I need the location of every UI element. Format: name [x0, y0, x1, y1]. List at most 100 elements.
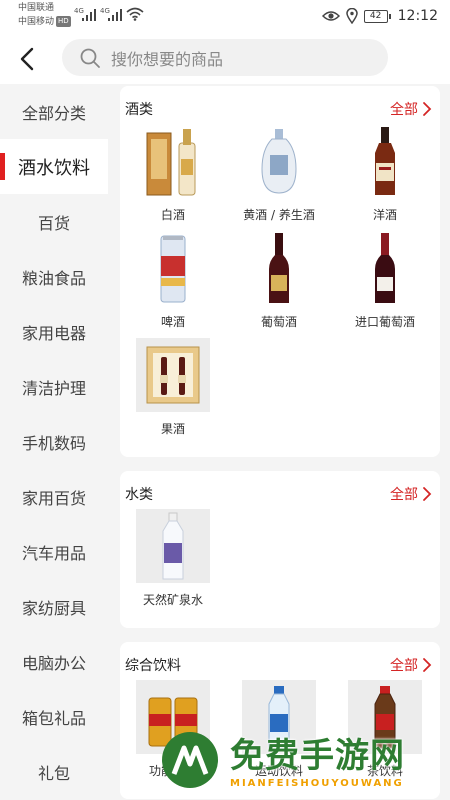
- wine-bottle-icon: [269, 233, 289, 303]
- sidebar-item-auto[interactable]: 汽车用品: [0, 524, 108, 579]
- category-content: 酒类 全部 白酒 黄酒 / 养生酒 洋酒 啤酒 葡萄酒 进口葡萄酒 果酒 水类 …: [108, 84, 450, 800]
- section-header: 综合饮料 全部: [120, 652, 440, 678]
- hd-badge: HD: [56, 16, 71, 27]
- sidebar-item-label: 清洁护理: [21, 378, 86, 398]
- product-image: [242, 680, 316, 754]
- category-sidebar: 全部分类 酒水饮料 百货 粮油食品 家用电器 清洁护理 手机数码 家用百货 汽车…: [0, 84, 108, 800]
- sidebar-item-appliances[interactable]: 家用电器: [0, 304, 108, 359]
- sports-drink-icon: [268, 686, 290, 749]
- sidebar-item-label: 家用百货: [21, 488, 86, 508]
- product-mineral-water[interactable]: 天然矿泉水: [120, 509, 226, 608]
- sidebar-item-digital[interactable]: 手机数码: [0, 414, 108, 469]
- section-header: 水类 全部: [120, 481, 440, 507]
- section-water: 水类 全部 天然矿泉水: [120, 471, 440, 628]
- search-placeholder: 搜你想要的商品: [111, 49, 224, 69]
- back-button[interactable]: [8, 40, 46, 78]
- product-image: [136, 231, 210, 305]
- product-beer[interactable]: 啤酒: [120, 231, 226, 330]
- sidebar-item-label: 百货: [37, 213, 70, 233]
- sidebar-item-label: 酒水饮料: [18, 157, 90, 179]
- chevron-right-icon: [423, 102, 432, 116]
- section-title: 水类: [125, 487, 153, 503]
- sidebar-item-label: 箱包礼品: [21, 708, 86, 728]
- wine-gift-box-icon: [146, 346, 200, 404]
- product-image: [348, 124, 422, 198]
- status-right: 42 12:12: [321, 6, 438, 26]
- sidebar-item-label: 家用电器: [21, 323, 86, 343]
- status-bar: 中国联通 中国移动 HD 4G 4G 42 12:12: [0, 0, 450, 34]
- product-imported-wine[interactable]: 进口葡萄酒: [332, 231, 438, 330]
- signal-2-icon: [108, 9, 124, 21]
- sidebar-item-general-goods[interactable]: 百货: [0, 194, 108, 249]
- product-image: [136, 680, 210, 754]
- view-all-link[interactable]: 全部: [390, 655, 432, 675]
- carrier-1-label: 中国联通: [18, 3, 55, 13]
- product-image: [242, 231, 316, 305]
- product-image: [348, 680, 422, 754]
- sidebar-item-office[interactable]: 电脑办公: [0, 634, 108, 689]
- product-whisky[interactable]: 洋酒: [332, 124, 438, 223]
- sidebar-item-drinks[interactable]: 酒水饮料: [0, 139, 108, 194]
- product-name: 黄酒 / 养生酒: [243, 208, 315, 222]
- beer-can-icon: [160, 235, 186, 303]
- sidebar-item-label: 礼包: [37, 763, 70, 783]
- clock: 12:12: [397, 8, 438, 24]
- sidebar-item-label: 家纺厨具: [21, 598, 86, 618]
- section-title: 综合饮料: [125, 658, 181, 674]
- search-input[interactable]: 搜你想要的商品: [62, 39, 388, 76]
- sidebar-item-label: 手机数码: [21, 433, 86, 453]
- section-title: 酒类: [125, 102, 153, 118]
- view-all-label: 全部: [390, 658, 418, 674]
- product-name: 运动饮料: [254, 764, 303, 778]
- product-huangjiu[interactable]: 黄酒 / 养生酒: [226, 124, 332, 223]
- product-name: 果酒: [160, 422, 185, 436]
- tea-drink-icon: [374, 686, 396, 749]
- section-header: 酒类 全部: [120, 96, 440, 122]
- battery-icon: 42: [363, 9, 391, 23]
- product-energy-drink[interactable]: 功能饮料: [120, 680, 226, 779]
- carrier-2-label: 中国移动 HD: [18, 16, 71, 28]
- section-beverages: 综合饮料 全部 功能饮料 运动饮料 茶饮料: [120, 642, 440, 799]
- product-name: 啤酒: [160, 315, 185, 329]
- sidebar-item-label: 电脑办公: [21, 653, 86, 673]
- chevron-right-icon: [423, 658, 432, 672]
- baijiu-box-icon: [146, 129, 196, 196]
- view-all-link[interactable]: 全部: [390, 484, 432, 504]
- sidebar-item-household[interactable]: 家用百货: [0, 469, 108, 524]
- product-tea-drink[interactable]: 茶饮料: [332, 680, 438, 779]
- view-all-label: 全部: [390, 102, 418, 118]
- product-wine[interactable]: 葡萄酒: [226, 231, 332, 330]
- sidebar-item-bags-gifts[interactable]: 箱包礼品: [0, 689, 108, 744]
- product-name: 进口葡萄酒: [354, 315, 415, 329]
- energy-can-icon: [148, 697, 198, 747]
- product-image: [136, 509, 210, 583]
- huangjiu-jar-icon: [261, 129, 297, 194]
- product-name: 白酒: [160, 208, 185, 222]
- sidebar-item-all-categories[interactable]: 全部分类: [0, 84, 108, 139]
- sidebar-item-gift-packs[interactable]: 礼包: [0, 744, 108, 799]
- product-image: [242, 124, 316, 198]
- product-baijiu[interactable]: 白酒: [120, 124, 226, 223]
- sidebar-item-textiles-kitchen[interactable]: 家纺厨具: [0, 579, 108, 634]
- sidebar-item-cleaning[interactable]: 清洁护理: [0, 359, 108, 414]
- product-name: 功能饮料: [148, 764, 197, 778]
- sidebar-item-label: 全部分类: [21, 103, 86, 123]
- product-name: 天然矿泉水: [142, 593, 203, 607]
- sidebar-item-grain-oil[interactable]: 粮油食品: [0, 249, 108, 304]
- view-all-label: 全部: [390, 487, 418, 503]
- imported-wine-icon: [375, 233, 395, 303]
- product-sports-drink[interactable]: 运动饮料: [226, 680, 332, 779]
- view-all-link[interactable]: 全部: [390, 99, 432, 119]
- chevron-right-icon: [423, 487, 432, 501]
- carrier-2-text: 中国移动: [18, 17, 55, 27]
- eye-icon: [321, 11, 340, 21]
- product-image: [136, 124, 210, 198]
- search-icon: [80, 48, 100, 68]
- mineral-water-icon: [162, 512, 184, 580]
- product-fruit-wine[interactable]: 果酒: [120, 338, 226, 437]
- sidebar-item-label: 粮油食品: [21, 268, 86, 288]
- search-header: 搜你想要的商品: [0, 34, 450, 84]
- product-image: [136, 338, 210, 412]
- product-name: 茶饮料: [366, 764, 403, 778]
- wifi-icon: [126, 7, 144, 21]
